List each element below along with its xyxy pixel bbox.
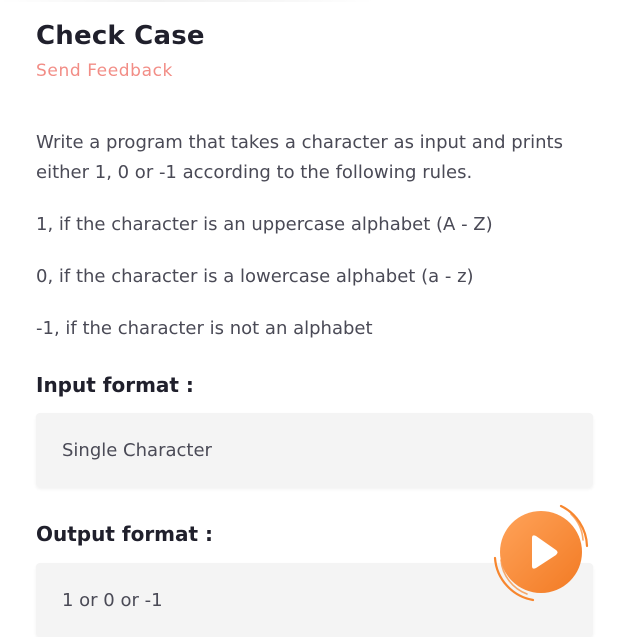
problem-panel: Check Case Send Feedback Write a program… (36, 18, 596, 637)
description-paragraph: Write a program that takes a character a… (36, 132, 563, 183)
input-format-value: Single Character (62, 439, 212, 461)
play-icon (493, 504, 589, 602)
send-feedback-link[interactable]: Send Feedback (36, 60, 173, 82)
output-format-value: 1 or 0 or -1 (62, 589, 163, 611)
output-format-heading: Output format : (36, 522, 214, 546)
description-rule-non-alpha: -1, if the character is not an alphabet (36, 318, 373, 339)
description-rule-lowercase: 0, if the character is a lowercase alpha… (36, 266, 474, 287)
input-format-heading: Input format : (36, 373, 194, 397)
description-rule-uppercase: 1, if the character is an uppercase alph… (36, 214, 493, 235)
run-play-button[interactable] (491, 500, 591, 604)
top-divider (0, 0, 623, 2)
input-format-box: Single Character (36, 413, 593, 487)
problem-description: Write a program that takes a character a… (36, 128, 596, 344)
problem-title: Check Case (36, 21, 205, 51)
